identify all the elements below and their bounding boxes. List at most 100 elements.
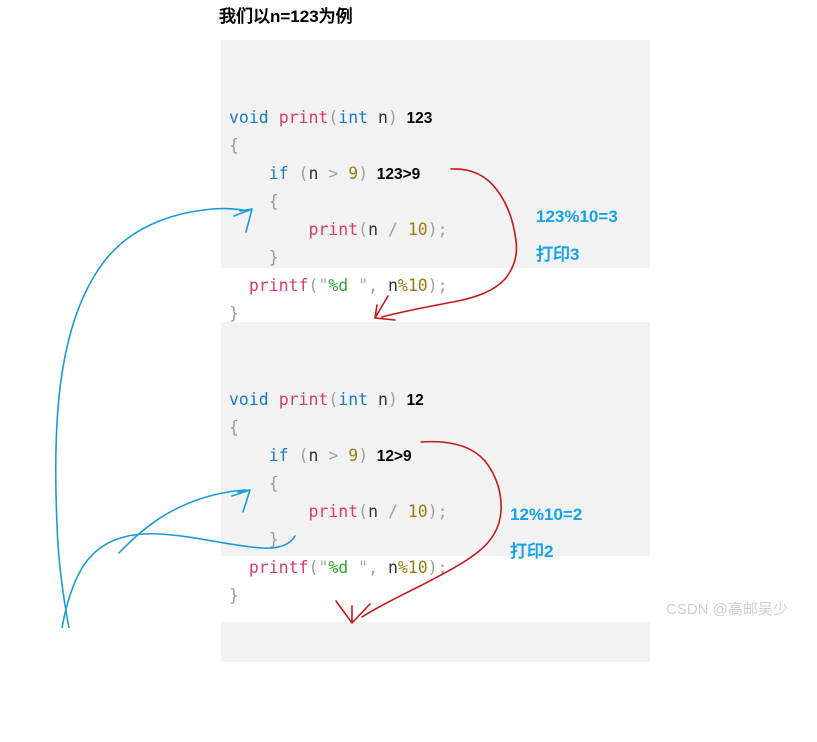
code-token: }	[268, 248, 279, 267]
code-token: )	[387, 108, 398, 127]
code-token: n	[368, 220, 379, 239]
code-token: {	[229, 136, 239, 155]
code-token: {	[268, 474, 279, 493]
code-token: printf	[248, 558, 309, 577]
code-token: "	[318, 558, 329, 577]
code-token: );	[427, 276, 448, 295]
code-line: if (n > 9) 123>9	[229, 160, 650, 188]
code-block-call-frame-1: void print(int n) 123{ if (n > 9) 123>9 …	[221, 40, 650, 323]
code-token: n	[378, 390, 388, 409]
code-token: }	[229, 304, 239, 323]
code-token: 9	[348, 164, 359, 183]
code-token: n	[368, 502, 379, 521]
code-block-call-frame-3	[221, 622, 650, 662]
code-token: }	[268, 530, 279, 549]
code-token: %d	[328, 276, 349, 295]
code-line: }	[229, 582, 650, 610]
code-token: >	[318, 164, 349, 183]
code-token: void	[229, 390, 269, 409]
inline-value-annotation: 12	[397, 392, 424, 409]
code-token: );	[427, 502, 448, 521]
code-token: int	[338, 390, 369, 409]
inline-value-annotation: 12>9	[368, 448, 412, 465]
code-token: ,	[368, 276, 388, 295]
code-token: )	[358, 164, 369, 183]
diagram-canvas: 我们以n=123为例 void print(int n) 123{ if (n …	[0, 0, 817, 662]
code-token: }	[229, 586, 239, 605]
code-token: (	[288, 446, 309, 465]
code-token: n	[308, 446, 319, 465]
code-block-2-lines: void print(int n) 12{ if (n > 9) 12>9 { …	[221, 386, 650, 610]
code-token: printf	[248, 276, 309, 295]
code-token: (	[328, 108, 339, 127]
code-token: "	[348, 558, 369, 577]
code-line: {	[229, 470, 650, 498]
code-block-call-frame-2: void print(int n) 12{ if (n > 9) 12>9 { …	[221, 322, 650, 605]
code-line: print(n / 10);	[229, 498, 650, 526]
code-line: printf("%d ", n%10);	[229, 554, 650, 582]
code-token: 10	[407, 276, 428, 295]
code-token: )	[358, 446, 369, 465]
code-line: void print(int n) 12	[229, 386, 650, 414]
code-line: {	[229, 132, 650, 160]
code-token: 10	[407, 502, 428, 521]
code-token: n	[387, 558, 398, 577]
code-token: ,	[368, 558, 388, 577]
code-token: (	[308, 276, 319, 295]
inline-value-annotation: 123	[397, 110, 433, 127]
code-token: if	[268, 446, 289, 465]
code-token: )	[387, 390, 398, 409]
code-token: >	[318, 446, 349, 465]
annotation-mod-result-2: 12%10=2	[510, 505, 583, 524]
code-token: if	[268, 164, 289, 183]
code-token: void	[229, 108, 269, 127]
code-token: (	[358, 502, 369, 521]
code-token: (	[328, 390, 339, 409]
annotation-print-2: 打印2	[510, 542, 554, 561]
code-line: {	[229, 414, 650, 442]
code-token: n	[387, 276, 398, 295]
code-token: print	[308, 502, 359, 521]
code-token: 9	[348, 446, 359, 465]
code-line: if (n > 9) 12>9	[229, 442, 650, 470]
code-line: }	[229, 526, 650, 554]
code-token: (	[358, 220, 369, 239]
code-token: (	[308, 558, 319, 577]
code-token: (	[288, 164, 309, 183]
code-token: 10	[407, 558, 428, 577]
code-token: "	[318, 276, 329, 295]
code-line: }	[229, 244, 650, 272]
code-token: /	[378, 502, 408, 521]
csdn-watermark: CSDN @高邮吴少	[666, 601, 788, 618]
code-token: {	[268, 192, 279, 211]
code-line: printf("%d ", n%10);	[229, 272, 650, 300]
code-token: %	[397, 558, 408, 577]
code-token: print	[278, 108, 329, 127]
code-token: /	[378, 220, 408, 239]
code-token: n	[378, 108, 388, 127]
code-token: );	[427, 558, 448, 577]
code-token: n	[308, 164, 319, 183]
code-token: {	[229, 418, 239, 437]
code-token: );	[427, 220, 448, 239]
code-token: print	[278, 390, 329, 409]
page-title: 我们以n=123为例	[219, 7, 353, 26]
code-token: print	[308, 220, 359, 239]
inline-value-annotation: 123>9	[368, 166, 421, 183]
code-token: "	[348, 276, 369, 295]
code-token: %	[397, 276, 408, 295]
